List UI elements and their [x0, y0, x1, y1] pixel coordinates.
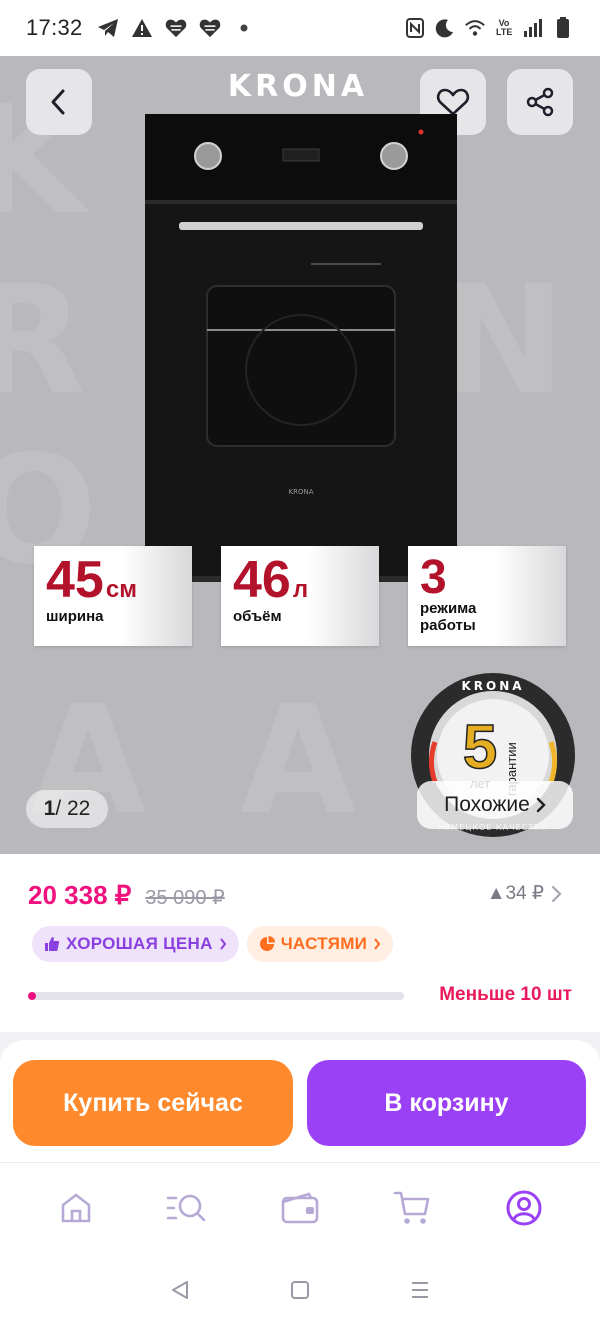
chevron-left-icon [51, 89, 65, 115]
nav-catalog[interactable] [158, 1178, 218, 1238]
price-row: 20 338 ₽ 35 090 ₽ [28, 880, 225, 911]
old-price: 35 090 ₽ [145, 887, 225, 909]
system-recents-button[interactable] [409, 1279, 431, 1306]
product-image-oven: KRONA [145, 114, 457, 582]
battery-icon [552, 17, 574, 39]
add-to-cart-button[interactable]: В корзину [307, 1060, 586, 1146]
installments-label: ЧАСТЯМИ [280, 934, 368, 953]
good-price-chip[interactable]: ХОРОШАЯ ЦЕНА [32, 926, 239, 962]
heart-app-icon [165, 17, 187, 39]
spec-unit: см [105, 576, 137, 603]
status-system-icons: Vo LTE [404, 17, 574, 39]
heart-app-icon [199, 17, 221, 39]
square-home-icon [291, 1280, 309, 1299]
dot-icon [233, 17, 255, 39]
nav-profile[interactable] [494, 1178, 554, 1238]
price-change-value: ▲34 ₽ [486, 883, 544, 904]
volte-label: Vo LTE [496, 18, 513, 37]
stock-progress-bar [28, 992, 404, 1000]
wifi-icon [464, 17, 486, 39]
status-notification-icons [97, 17, 255, 39]
nav-cart[interactable] [382, 1178, 442, 1238]
system-home-button[interactable] [289, 1279, 311, 1306]
purchase-actions: Купить сейчас В корзину [0, 1040, 600, 1162]
chevron-right-icon [536, 797, 546, 813]
svg-text:KRONA: KRONA [461, 679, 524, 693]
chevron-right-icon [219, 938, 226, 950]
warning-icon [131, 17, 153, 39]
similar-button[interactable]: Похожие [417, 781, 573, 829]
cart-icon [393, 1191, 430, 1224]
brand-logo: KRONA [200, 68, 396, 104]
installments-chip[interactable]: ЧАСТЯМИ [246, 926, 394, 962]
nav-home[interactable] [46, 1178, 106, 1238]
watermark-letter: N [440, 254, 566, 428]
good-price-label: ХОРОШАЯ ЦЕНА [66, 934, 213, 953]
page-counter: 1/ 22 [26, 790, 108, 828]
spec-card-width: 45см ширина [34, 546, 192, 646]
spec-value: 45 [46, 551, 104, 609]
spec-value: 3 [420, 551, 447, 604]
signal-icon [522, 17, 544, 39]
back-button[interactable] [26, 69, 92, 135]
stock-label: Меньше 10 шт [439, 984, 572, 1005]
pie-chart-icon [259, 936, 275, 951]
spec-unit: л [292, 576, 309, 603]
brand-logo-text: KRONA [227, 68, 369, 104]
menu-lines-icon [412, 1281, 428, 1298]
page-current: 1 [43, 797, 56, 820]
spec-card-volume: 46л объём [221, 546, 379, 646]
price-change-link[interactable]: ▲34 ₽ [487, 882, 562, 905]
wallet-icon [281, 1192, 319, 1223]
svg-text:KRONA: KRONA [289, 488, 314, 496]
telegram-icon [97, 17, 119, 39]
spec-label: объём [233, 608, 282, 625]
watermark-letter: A [240, 674, 357, 848]
page-separator: / [55, 797, 62, 820]
product-gallery[interactable]: K R O N A A KRONA KRONA 45см ширина 46л … [0, 56, 600, 856]
chevron-right-icon [551, 885, 562, 902]
similar-label: Похожие [444, 793, 530, 816]
nav-wallet[interactable] [270, 1178, 330, 1238]
thumbs-up-icon [45, 937, 60, 951]
triangle-back-icon [172, 1280, 188, 1299]
chevron-right-icon [374, 938, 381, 950]
bottom-navigation [0, 1162, 600, 1252]
watermark-letter: R [0, 254, 86, 428]
volte-icon: Vo LTE [494, 17, 514, 39]
price-chips: ХОРОШАЯ ЦЕНА ЧАСТЯМИ [32, 926, 394, 962]
price-section: 20 338 ₽ 35 090 ₽ ▲34 ₽ ХОРОШАЯ ЦЕНА ЧАС… [0, 854, 600, 1032]
stock-progress-fill [28, 992, 36, 1000]
share-icon [526, 87, 554, 117]
system-back-button[interactable] [169, 1279, 191, 1306]
spec-label: работы [420, 617, 476, 634]
share-button[interactable] [507, 69, 573, 135]
catalog-search-icon [166, 1194, 206, 1221]
current-price: 20 338 ₽ [28, 880, 132, 910]
spec-value: 46 [233, 551, 291, 609]
heart-icon [436, 88, 470, 116]
spec-card-modes: 3 режима работы [408, 546, 566, 646]
buy-now-button[interactable]: Купить сейчас [13, 1060, 293, 1146]
profile-icon [506, 1190, 542, 1225]
spec-label: режима [420, 600, 477, 617]
nfc-icon [404, 17, 426, 39]
system-navigation [0, 1252, 600, 1332]
status-time: 17:32 [26, 15, 83, 40]
page-total: 22 [67, 797, 91, 820]
moon-icon [434, 17, 456, 39]
home-icon [61, 1193, 91, 1222]
spec-label: ширина [46, 608, 104, 625]
svg-text:5: 5 [463, 713, 497, 782]
status-bar: 17:32 Vo LTE [0, 0, 600, 56]
